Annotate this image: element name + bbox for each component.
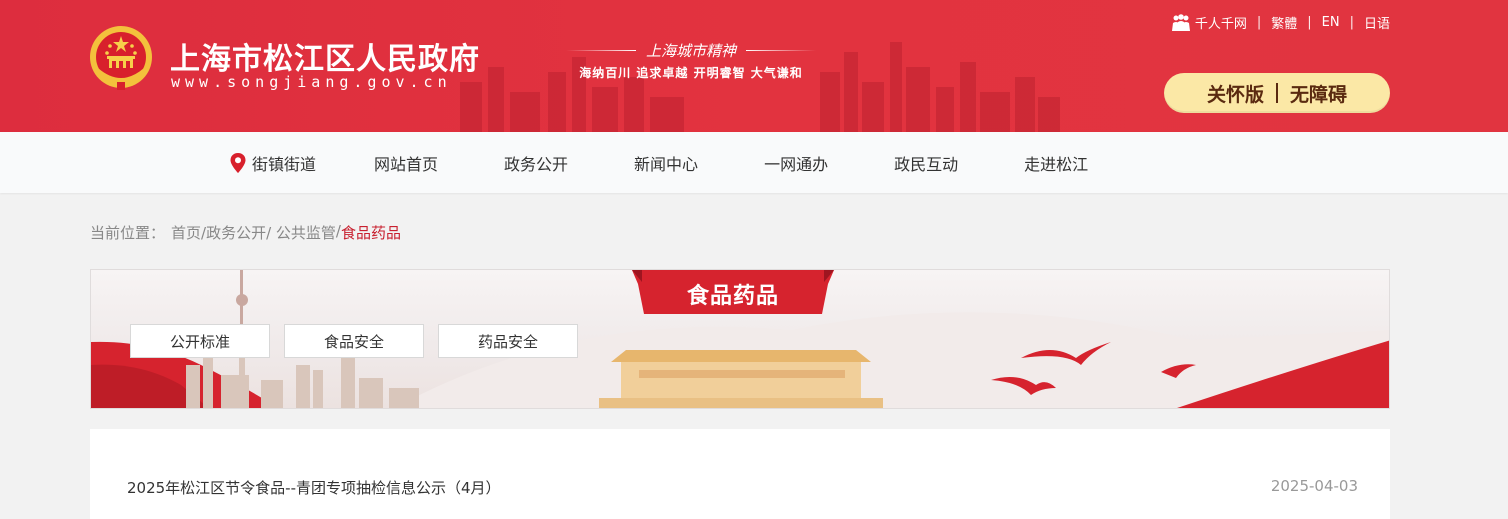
breadcrumb-home[interactable]: 首页 <box>171 222 201 243</box>
divider: | <box>1307 15 1312 30</box>
care-mode-label[interactable]: 关怀版 <box>1207 80 1264 107</box>
nav-item-label: 街镇街道 <box>252 154 317 174</box>
nav-item-one-stop-service[interactable]: 一网通办 <box>764 151 828 175</box>
breadcrumb-government-affairs[interactable]: /政务公开 <box>201 222 266 243</box>
accessibility-label[interactable]: 无障碍 <box>1290 80 1347 107</box>
traditional-chinese-link[interactable]: 繁體 <box>1271 13 1297 32</box>
qianren-qianwang-link[interactable]: 千人千网 <box>1171 13 1247 32</box>
tab-food-safety[interactable]: 食品安全 <box>284 324 424 358</box>
nav-item-government-affairs[interactable]: 政务公开 <box>504 151 568 175</box>
breadcrumb: 当前位置： 首页 /政务公开 / 公共监管 / 食品药品 <box>90 222 401 243</box>
breadcrumb-current[interactable]: 食品药品 <box>341 222 401 243</box>
english-link[interactable]: EN <box>1322 15 1340 30</box>
site-title[interactable]: 上海市松江区人民政府 <box>170 34 480 78</box>
tab-public-standards[interactable]: 公开标准 <box>130 324 270 358</box>
people-icon <box>1171 13 1190 31</box>
nav-item-interaction[interactable]: 政民互动 <box>894 151 958 175</box>
tab-drug-safety[interactable]: 药品安全 <box>438 324 578 358</box>
qianren-qianwang-label: 千人千网 <box>1194 17 1247 32</box>
article-list: 2025年松江区节令食品--青团专项抽检信息公示（4月） 2025-04-03 <box>90 429 1390 519</box>
slogan-title: 上海城市精神 <box>566 40 816 61</box>
divider <box>1276 83 1278 103</box>
location-pin-icon <box>230 152 246 173</box>
category-title: 食品药品 <box>686 284 779 309</box>
main-nav: 街镇街道 网站首页 政务公开 新闻中心 一网通办 政民互动 走进松江 <box>0 132 1508 193</box>
category-banner: 食品药品 公开标准 食品安全 药品安全 <box>90 269 1390 409</box>
article-date: 2025-04-03 <box>1270 477 1358 495</box>
divider: | <box>1349 15 1354 30</box>
top-links: 千人千网 | 繁體 | EN | 日语 <box>1171 13 1390 32</box>
site-url: www.songjiang.gov.cn <box>171 73 452 91</box>
japanese-link[interactable]: 日语 <box>1364 13 1390 32</box>
site-header: 上海市松江区人民政府 www.songjiang.gov.cn 上海城市精神 海… <box>0 0 1508 132</box>
divider: | <box>1256 15 1262 30</box>
list-item[interactable]: 2025年松江区节令食品--青团专项抽检信息公示（4月） 2025-04-03 <box>127 477 1358 498</box>
breadcrumb-prefix: 当前位置： <box>90 224 166 242</box>
breadcrumb-public-supervision[interactable]: / 公共监管 <box>266 222 336 243</box>
article-title[interactable]: 2025年松江区节令食品--青团专项抽检信息公示（4月） <box>127 477 501 498</box>
care-accessibility-button[interactable]: 关怀版 无障碍 <box>1164 73 1390 113</box>
slogan-subtitle: 海纳百川 追求卓越 开明睿智 大气谦和 <box>579 66 803 80</box>
nav-item-about-songjiang[interactable]: 走进松江 <box>1024 151 1088 175</box>
nav-item-news-center[interactable]: 新闻中心 <box>634 151 698 175</box>
national-emblem-logo <box>90 26 152 90</box>
nav-item-home[interactable]: 网站首页 <box>374 151 438 175</box>
nav-item-streets[interactable]: 街镇街道 <box>230 151 316 175</box>
